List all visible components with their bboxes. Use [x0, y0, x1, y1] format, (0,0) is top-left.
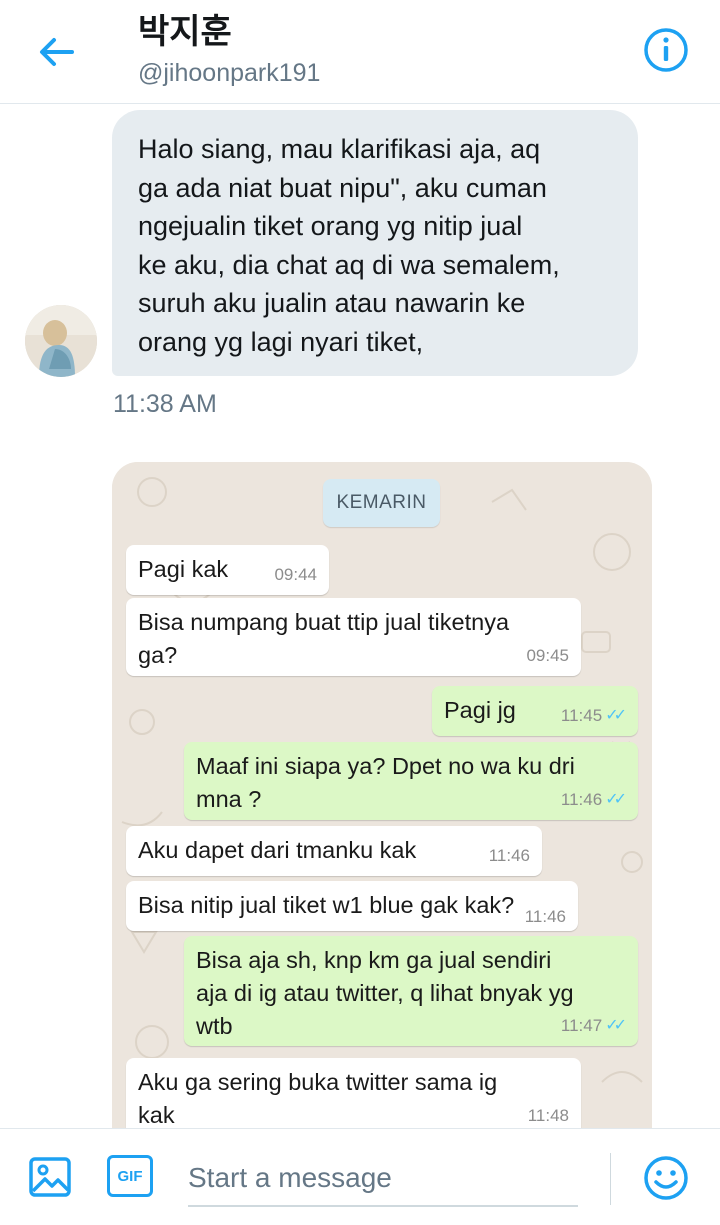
chat-bubble-outgoing: Bisa aja sh, knp km ga jual sendiri aja … [184, 936, 638, 1046]
composer-divider [610, 1153, 611, 1205]
read-ticks-icon: ✓✓ [605, 791, 627, 808]
image-icon [29, 1157, 71, 1197]
chat-time: 11:47 ✓✓ [561, 1009, 627, 1042]
chat-time: 11:46 ✓✓ [561, 783, 627, 816]
chat-bubble-incoming: Pagi kak 09:44 [126, 545, 329, 595]
whatsapp-screenshot-image[interactable]: KEMARIN Pagi kak 09:44 Bisa numpang buat… [112, 462, 652, 1142]
emoji-button[interactable] [643, 1155, 689, 1201]
message-timestamp: 11:38 AM [113, 390, 217, 418]
read-ticks-icon: ✓✓ [605, 1017, 627, 1034]
chat-time: 09:44 [274, 565, 317, 584]
chat-time: 11:46 [488, 846, 530, 865]
smiley-icon [644, 1156, 688, 1200]
chat-text: Aku dapet dari tmanku kak [138, 837, 417, 863]
chat-bubble-incoming: Bisa numpang buat ttip jual tiketnya ga?… [126, 598, 581, 676]
chat-bubble-incoming: Aku ga sering buka twitter sama ig kak 1… [126, 1058, 581, 1136]
chat-text: Aku ga sering buka twitter sama ig kak [138, 1069, 498, 1128]
back-button[interactable] [32, 28, 80, 76]
chat-time: 11:46 [524, 907, 566, 926]
info-icon [644, 28, 688, 72]
arrow-left-icon [40, 38, 74, 66]
conversation-title-block[interactable]: 박지훈 @jihoonpark191 [138, 10, 320, 90]
chat-text: Bisa numpang buat ttip jual tiketnya ga? [138, 609, 510, 668]
read-ticks-icon: ✓✓ [605, 707, 627, 724]
chat-bubble-outgoing: Maaf ini siapa ya? Dpet no wa ku dri mna… [184, 742, 638, 820]
chat-time: 11:45 ✓✓ [561, 699, 627, 732]
message-text: Halo siang, mau klarifikasi aja, aq ga a… [138, 134, 560, 357]
avatar[interactable] [25, 305, 97, 377]
conversation-title: 박지훈 [138, 13, 232, 51]
info-button[interactable] [642, 26, 690, 74]
message-input[interactable] [188, 1151, 578, 1207]
add-photo-button[interactable] [28, 1155, 72, 1199]
chat-bubble-incoming: Bisa nitip jual tiket w1 blue gak kak? 1… [126, 881, 578, 931]
message-composer: GIF [0, 1128, 720, 1225]
conversation-handle: @jihoonpark191 [138, 59, 321, 87]
chat-bubble-incoming: Aku dapet dari tmanku kak 11:46 [126, 826, 542, 876]
date-separator: KEMARIN [323, 479, 440, 527]
chat-time: 09:45 [526, 646, 569, 665]
chat-text: Bisa nitip jual tiket w1 blue gak kak? [138, 892, 515, 918]
gif-button[interactable]: GIF [107, 1155, 153, 1197]
chat-bubble-outgoing: Pagi jg 11:45 ✓✓ [432, 686, 638, 736]
message-bubble[interactable]: Halo siang, mau klarifikasi aja, aq ga a… [112, 110, 638, 376]
conversation-header: 박지훈 @jihoonpark191 [0, 0, 720, 104]
gif-icon: GIF [117, 1167, 143, 1185]
